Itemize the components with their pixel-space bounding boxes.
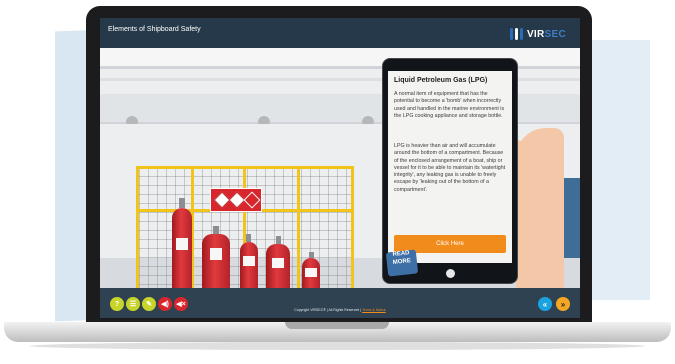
wall-lamp-icon	[126, 116, 138, 124]
course-title: Elements of Shipboard Safety	[108, 26, 201, 33]
course-screen: Elements of Shipboard Safety VIRSEC Liqu…	[100, 18, 580, 318]
topic-paragraph-2: LPG is heavier than air and will accumul…	[394, 143, 506, 193]
hazard-placard-icon	[210, 188, 262, 212]
lpg-cylinder-icon	[240, 242, 258, 288]
copyright-text: Copyright VIRSEC® | All Rights Reserved …	[294, 308, 386, 312]
lpg-cylinder-icon	[172, 208, 192, 288]
course-footer	[100, 288, 580, 318]
cylinder-valve	[179, 198, 185, 208]
topic-title: Liquid Petroleum Gas (LPG)	[394, 77, 488, 84]
next-icon: »	[560, 299, 566, 309]
lpg-cylinder-icon	[202, 234, 230, 288]
terms-link[interactable]: Terms & Notice	[362, 308, 386, 312]
speaker-mute-icon: ◀×	[176, 301, 186, 308]
back-button[interactable]: «	[538, 297, 552, 311]
wall-lamp-icon	[362, 116, 374, 124]
stage: Elements of Shipboard Safety VIRSEC Liqu…	[0, 0, 675, 364]
course-header: Elements of Shipboard Safety VIRSEC	[100, 18, 580, 48]
tablet-screen: Liquid Petroleum Gas (LPG) A normal item…	[388, 71, 512, 263]
cylinder-valve	[276, 236, 281, 244]
tablet-home-button	[446, 269, 455, 278]
cylinder-valve	[213, 226, 219, 234]
back-icon: «	[542, 299, 548, 309]
question-icon: ?	[114, 300, 120, 308]
list-icon: ☰	[129, 301, 137, 308]
lpg-cylinder-icon	[266, 244, 290, 288]
lpg-cylinder-icon	[302, 258, 320, 288]
laptop-shadow	[30, 342, 645, 350]
wall-lamp-icon	[258, 116, 270, 124]
cylinder-valve	[246, 234, 251, 242]
speaker-icon: ◀)	[161, 301, 169, 308]
pencil-icon: ✎	[146, 301, 152, 308]
virsec-logo-mark-icon	[509, 27, 524, 41]
laptop-base-notch	[285, 322, 389, 329]
topic-paragraph-1: A normal item of equipment that has the …	[394, 91, 505, 119]
read-more-button[interactable]: READ MORE	[385, 249, 419, 277]
logo-wordmark: VIRSEC	[526, 28, 566, 40]
next-button[interactable]: »	[556, 297, 570, 311]
virsec-logo: VIRSEC	[509, 27, 566, 41]
